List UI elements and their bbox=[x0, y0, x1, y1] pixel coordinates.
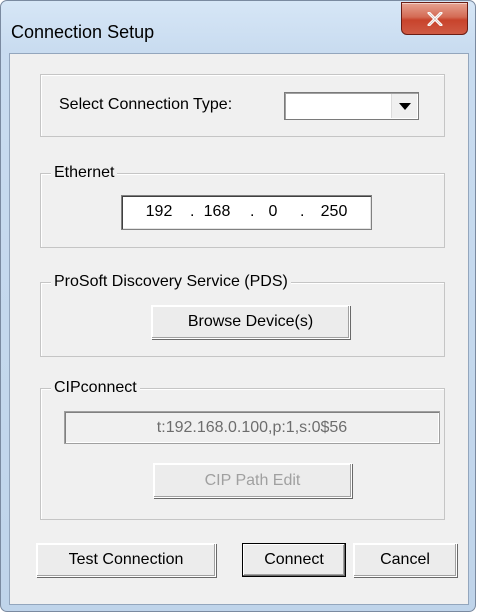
chevron-down-icon bbox=[398, 102, 411, 110]
close-button[interactable] bbox=[401, 2, 468, 35]
pds-group: ProSoft Discovery Service (PDS) Browse D… bbox=[40, 273, 445, 357]
connection-setup-window: Connection Setup Select Connection Type: bbox=[0, 0, 476, 612]
ip-octet-2[interactable]: 168 bbox=[202, 203, 232, 221]
cip-path-edit-button[interactable]: CIP Path Edit bbox=[153, 463, 352, 498]
ip-octet-3[interactable]: 0 bbox=[263, 203, 283, 221]
test-connection-button[interactable]: Test Connection bbox=[36, 543, 216, 577]
browse-devices-button[interactable]: Browse Device(s) bbox=[151, 305, 350, 339]
title-bar[interactable]: Connection Setup bbox=[1, 1, 477, 53]
ip-octet-1[interactable]: 192 bbox=[144, 203, 174, 221]
pds-group-label: ProSoft Discovery Service (PDS) bbox=[51, 273, 291, 291]
ethernet-group: Ethernet 192 . 168 . 0 . 250 bbox=[40, 164, 445, 248]
ip-address-field[interactable]: 192 . 168 . 0 . 250 bbox=[121, 195, 372, 230]
close-icon bbox=[427, 11, 443, 26]
dialog-client-area: Select Connection Type: Ethernet 192 . 1… bbox=[9, 53, 469, 605]
dropdown-arrow[interactable] bbox=[391, 94, 417, 118]
window-title: Connection Setup bbox=[11, 22, 155, 42]
cancel-button[interactable]: Cancel bbox=[353, 543, 457, 577]
ip-octet-4[interactable]: 250 bbox=[318, 203, 350, 221]
ip-separator: . bbox=[250, 203, 255, 220]
ethernet-group-label: Ethernet bbox=[51, 164, 118, 182]
connection-type-group: Select Connection Type: bbox=[40, 74, 445, 137]
connection-type-label: Select Connection Type: bbox=[59, 96, 233, 113]
cip-path-field: t:192.168.0.100,p:1,s:0$56 bbox=[64, 411, 440, 444]
cipconnect-group: CIPconnect t:192.168.0.100,p:1,s:0$56 CI… bbox=[40, 379, 445, 520]
cipconnect-group-label: CIPconnect bbox=[51, 379, 140, 397]
ip-separator: . bbox=[300, 203, 305, 220]
ip-separator: . bbox=[190, 203, 195, 220]
connect-button[interactable]: Connect bbox=[242, 543, 346, 577]
connection-type-dropdown[interactable] bbox=[284, 92, 419, 120]
